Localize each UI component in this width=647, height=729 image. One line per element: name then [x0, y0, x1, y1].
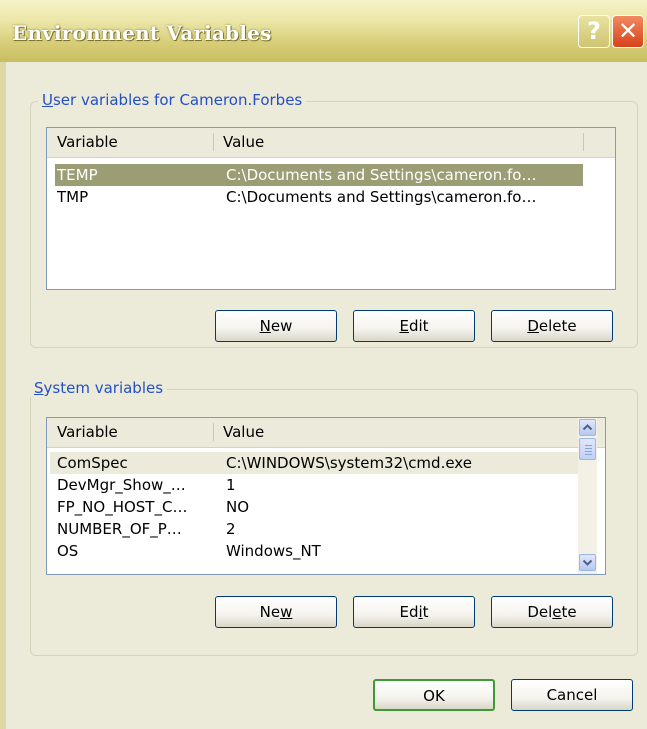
variable-value: C:\Documents and Settings\cameron.fo… [226, 166, 537, 184]
user-variables-list[interactable]: Variable Value TEMP C:\Documents and Set… [46, 127, 616, 290]
chevron-down-icon [582, 559, 593, 566]
system-new-button[interactable]: New [215, 596, 337, 628]
variable-name: OS [57, 542, 79, 560]
chevron-up-icon [582, 424, 593, 431]
variable-value: 1 [226, 476, 236, 494]
column-header-value[interactable]: Value [213, 128, 573, 156]
variable-value: NO [226, 498, 250, 516]
variable-value: Windows_NT [226, 542, 321, 560]
variable-name: NUMBER_OF_P… [57, 520, 182, 538]
system-variables-list[interactable]: Variable Value ComSpec C:\WINDOWS\system… [46, 417, 606, 575]
vertical-scrollbar[interactable] [578, 418, 597, 574]
window-left-border [0, 62, 6, 729]
variable-value: C:\Documents and Settings\cameron.fo… [226, 188, 537, 206]
cancel-button[interactable]: Cancel [511, 679, 633, 711]
variable-name: FP_NO_HOST_C… [57, 498, 188, 516]
column-divider[interactable] [583, 133, 584, 151]
table-row[interactable]: DevMgr_Show_… 1 [50, 474, 578, 496]
scroll-down-button[interactable] [579, 554, 596, 571]
variable-name: DevMgr_Show_… [57, 476, 186, 494]
help-button[interactable]: ? [578, 15, 610, 48]
user-edit-button[interactable]: Edit [353, 310, 475, 342]
ok-button[interactable]: OK [373, 679, 495, 711]
title-bar[interactable]: Environment Variables ? ✕ [0, 0, 647, 62]
system-variables-label: System variables [30, 379, 168, 397]
table-row[interactable]: ComSpec C:\WINDOWS\system32\cmd.exe [50, 452, 578, 474]
variable-name: ComSpec [57, 454, 128, 472]
list-header: Variable Value [47, 128, 615, 158]
scroll-thumb[interactable] [579, 438, 596, 460]
table-row[interactable]: NUMBER_OF_P… 2 [50, 518, 578, 540]
close-button[interactable]: ✕ [612, 15, 644, 48]
user-new-button[interactable]: New [215, 310, 337, 342]
variable-value: 2 [226, 520, 236, 538]
system-edit-button[interactable]: Edit [353, 596, 475, 628]
table-row[interactable]: OS Windows_NT [50, 540, 578, 562]
window-title: Environment Variables [12, 21, 272, 45]
system-delete-button[interactable]: Delete [491, 596, 613, 628]
scroll-up-button[interactable] [579, 419, 596, 436]
environment-variables-dialog: Environment Variables ? ✕ User variables… [0, 0, 647, 729]
list-header: Variable Value [47, 418, 605, 448]
column-header-variable[interactable]: Variable [47, 418, 207, 446]
variable-name: TMP [57, 188, 89, 206]
variable-value: C:\WINDOWS\system32\cmd.exe [226, 454, 472, 472]
help-icon: ? [587, 17, 601, 45]
column-header-value[interactable]: Value [213, 418, 573, 446]
user-delete-button[interactable]: Delete [491, 310, 613, 342]
table-row[interactable]: FP_NO_HOST_C… NO [50, 496, 578, 518]
table-row[interactable]: TEMP C:\Documents and Settings\cameron.f… [55, 164, 583, 186]
variable-name: TEMP [57, 166, 98, 184]
close-icon: ✕ [617, 17, 639, 45]
table-row[interactable]: TMP C:\Documents and Settings\cameron.fo… [55, 186, 583, 208]
user-variables-label: User variables for Cameron.Forbes [38, 91, 307, 109]
column-header-variable[interactable]: Variable [47, 128, 207, 156]
